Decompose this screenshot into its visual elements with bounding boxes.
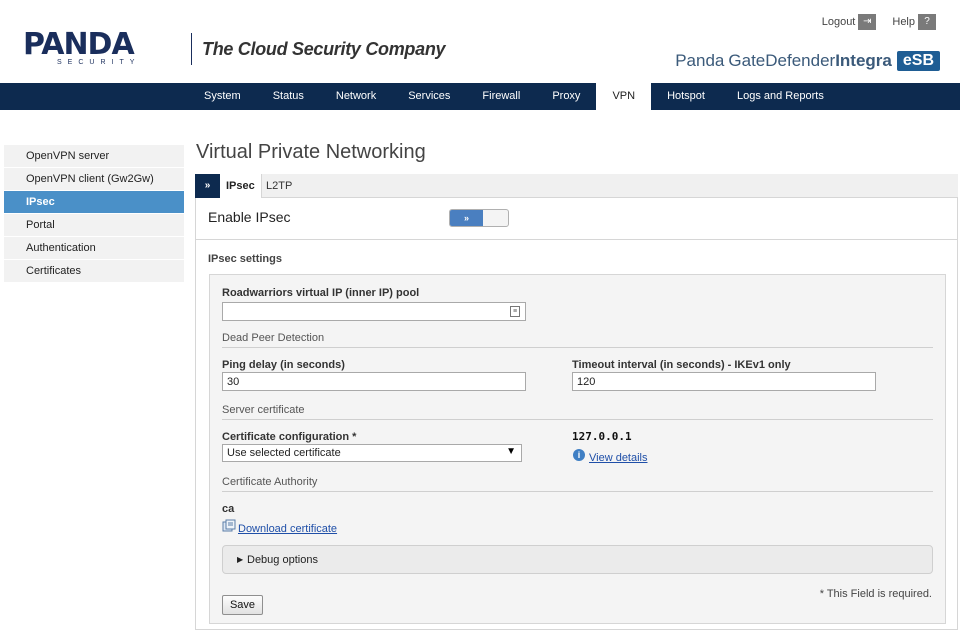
ca-name: ca (222, 503, 235, 515)
save-button[interactable]: Save (222, 595, 263, 615)
ping-delay-label: Ping delay (in seconds) (222, 359, 345, 371)
tagline: The Cloud Security Company (202, 39, 446, 59)
nav-item-vpn[interactable]: VPN (596, 83, 652, 110)
cert-config-selected: Use selected certificate (227, 447, 341, 459)
page-title: Virtual Private Networking (196, 141, 426, 163)
tab-chevron-icon: » (195, 174, 220, 198)
sidebar-item-ipsec[interactable]: IPsec (4, 191, 184, 213)
tab-l2tp[interactable]: L2TP (260, 174, 298, 198)
pool-picker-icon[interactable]: ≡ (510, 306, 520, 317)
sidebar-item-openvpn-client[interactable]: OpenVPN client (Gw2Gw) (4, 168, 184, 190)
sidebar: OpenVPN server OpenVPN client (Gw2Gw) IP… (4, 145, 184, 283)
tab-bar: » IPsec L2TP (195, 174, 958, 199)
sidebar-item-authentication[interactable]: Authentication (4, 237, 184, 259)
view-details-link[interactable]: View details (589, 452, 648, 464)
required-note: * This Field is required. (819, 588, 932, 600)
logout-link[interactable]: Logout ⇥ (822, 14, 877, 30)
panda-logo: PANDA SECURITY (23, 27, 140, 67)
ca-section-title: Certificate Authority (222, 476, 318, 488)
product-brand: Panda (675, 51, 725, 70)
debug-options-label: Debug options (247, 554, 318, 566)
tab-ipsec[interactable]: IPsec (220, 174, 262, 199)
cert-config-select[interactable]: Use selected certificate ▼ (222, 444, 522, 462)
ipsec-panel: Enable IPsec » IPsec settings Roadwarrio… (195, 198, 958, 630)
triangle-right-icon: ▶ (237, 555, 244, 564)
logo-word: PANDA (23, 27, 135, 62)
logo-separator (191, 33, 192, 65)
cert-config-label: Certificate configuration * (222, 431, 357, 443)
nav-item-proxy[interactable]: Proxy (536, 83, 596, 110)
page: PANDA SECURITY The Cloud Security Compan… (0, 0, 960, 630)
product-badge: eSB (896, 51, 940, 71)
pool-label: Roadwarriors virtual IP (inner IP) pool (222, 287, 420, 299)
toggle-knob-icon: » (450, 210, 483, 226)
nav-item-network[interactable]: Network (320, 83, 392, 110)
main-nav: System Status Network Services Firewall … (0, 83, 960, 110)
help-label: Help (892, 16, 915, 28)
cert-ip: 127.0.0.1 (572, 430, 632, 443)
nav-item-hotspot[interactable]: Hotspot (651, 83, 721, 110)
info-icon: i (573, 449, 585, 461)
sidebar-item-portal[interactable]: Portal (4, 214, 184, 236)
nav-item-firewall[interactable]: Firewall (466, 83, 536, 110)
nav-item-logs-and-reports[interactable]: Logs and Reports (721, 83, 840, 110)
ipsec-settings-box: Roadwarriors virtual IP (inner IP) pool … (209, 274, 946, 624)
enable-ipsec-toggle[interactable]: » (449, 209, 509, 227)
download-certificate-link[interactable]: Download certificate (238, 523, 337, 535)
sidebar-item-certificates[interactable]: Certificates (4, 260, 184, 282)
product-name: Panda GateDefender Integra eSB (675, 51, 940, 71)
pool-input[interactable] (222, 302, 526, 321)
timeout-input[interactable] (572, 372, 876, 391)
nav-item-status[interactable]: Status (257, 83, 320, 110)
header: PANDA SECURITY The Cloud Security Compan… (0, 0, 960, 83)
server-cert-section-title: Server certificate (222, 404, 305, 416)
enable-ipsec-label: Enable IPsec (208, 209, 291, 225)
top-links: Logout ⇥ Help ? (812, 14, 936, 30)
enable-row: Enable IPsec » (196, 198, 957, 240)
sidebar-item-openvpn-server[interactable]: OpenVPN server (4, 145, 184, 167)
nav-item-services[interactable]: Services (392, 83, 466, 110)
logout-label: Logout (821, 16, 856, 28)
chevron-down-icon: ▼ (506, 446, 516, 457)
divider (222, 491, 933, 492)
nav-item-system[interactable]: System (188, 83, 257, 110)
download-certificate-icon (222, 519, 236, 532)
help-icon: ? (918, 14, 936, 30)
product-name-b: Integra (835, 51, 892, 70)
help-link[interactable]: Help ? (892, 14, 936, 30)
logout-icon: ⇥ (858, 14, 877, 30)
debug-options-toggle[interactable]: ▶ Debug options (222, 545, 933, 574)
dpd-section-title: Dead Peer Detection (222, 332, 325, 344)
divider (222, 419, 933, 420)
ping-delay-input[interactable] (222, 372, 526, 391)
ipsec-settings-title: IPsec settings (208, 253, 282, 265)
product-name-a: GateDefender (728, 51, 836, 70)
timeout-label: Timeout interval (in seconds) - IKEv1 on… (572, 359, 791, 371)
divider (222, 347, 933, 348)
